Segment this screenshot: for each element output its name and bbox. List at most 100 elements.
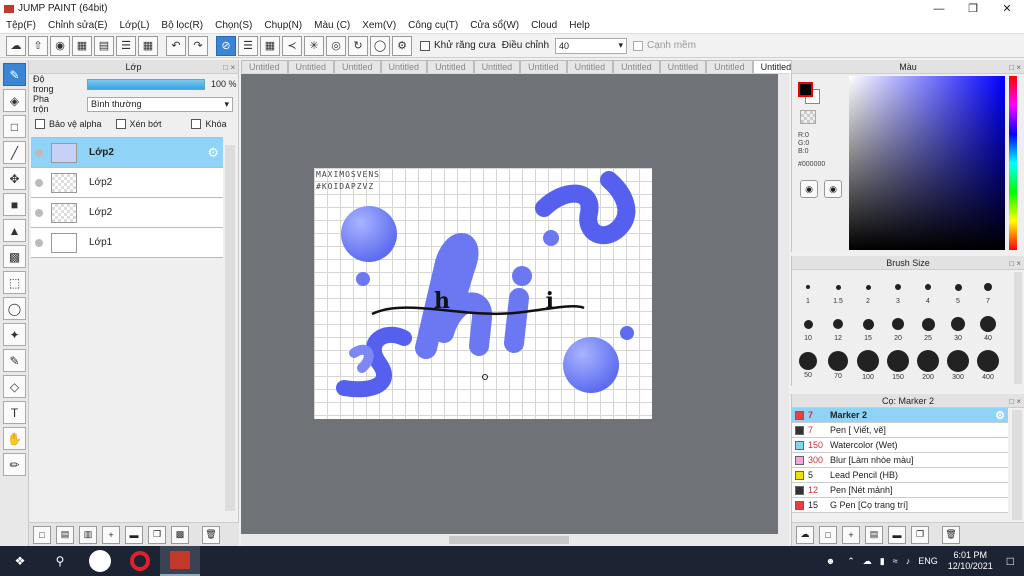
document-icon[interactable]: ▤ [94,35,114,56]
people-icon[interactable]: ☻ [826,556,835,566]
menu-view[interactable]: Xem(V) [356,20,402,31]
preset-item[interactable]: 7 Marker 2 ⚙ [792,408,1008,423]
undo-icon[interactable]: ↶ [166,35,186,56]
artboard[interactable]: MAXIMOSVENS #KOIDAPZVZ h i [314,168,652,419]
menu-capture[interactable]: Chụp(N) [258,20,308,31]
volume-icon[interactable]: ♪ [906,556,911,566]
brush-size-cell[interactable]: 70 [823,350,853,380]
brush-size-cell[interactable]: 300 [943,350,973,381]
horizontal-scrollbar[interactable] [241,534,789,546]
no-snap-icon[interactable]: ⊘ [216,35,236,56]
chevron-up-icon[interactable]: ⌃ [847,556,855,567]
brush-size-cell[interactable]: 400 [973,350,1003,381]
brush-size-cell[interactable]: 2 [853,276,883,305]
brush-size-cell[interactable]: 150 [883,350,913,381]
brush-size-cell[interactable]: 100 [853,350,883,381]
layer-item[interactable]: Lớp1 [31,228,223,258]
vertical-scrollbar[interactable] [778,74,789,534]
cloud-download-icon[interactable]: ☁ [796,525,814,544]
preset-doc-icon[interactable]: ▤ [865,525,883,544]
trash-icon[interactable]: 🗑 [942,525,960,544]
opera-app-icon[interactable] [120,546,160,576]
opacity-slider[interactable] [87,78,205,90]
jump-paint-app-icon[interactable] [160,546,200,576]
new-preset-icon[interactable]: □ [819,525,837,544]
fill-rect-tool-icon[interactable]: ■ [3,193,26,216]
gear-icon[interactable]: ⚙ [207,145,219,161]
cloud-icon[interactable]: ☁ [6,35,26,56]
antialias-checkbox[interactable] [420,40,430,51]
brush-size-cell[interactable]: 40 [973,313,1003,342]
trash-icon[interactable]: 🗑 [202,525,220,544]
merge-icon[interactable]: ▩ [171,525,189,544]
move-tool-icon[interactable]: ✥ [3,167,26,190]
brush-size-cell[interactable]: 3 [883,276,913,305]
tab-untitled[interactable]: Untitled [241,60,288,73]
layer-scrollbar[interactable] [225,145,235,511]
rectangle-tool-icon[interactable]: □ [3,115,26,138]
menu-layer[interactable]: Lớp(L) [114,20,156,31]
layer-item[interactable]: Lớp2 [31,198,223,228]
panel-close-icon[interactable]: □ × [223,61,235,75]
brush-size-cell[interactable]: 200 [913,350,943,381]
transparent-swatch[interactable] [800,110,816,124]
brush-size-cell[interactable]: 15 [853,313,883,342]
tab-untitled[interactable]: Untitled [334,60,381,73]
tab-untitled[interactable]: Untitled [566,60,614,73]
cloud-sync-icon[interactable]: ☁ [863,556,872,567]
text-tool-icon[interactable]: T [3,401,26,424]
panel-close-icon[interactable]: □ × [1009,395,1021,409]
curve-icon[interactable]: ↻ [348,35,368,56]
foreground-color-swatch[interactable] [798,82,813,97]
preset-item[interactable]: 300 Blur [Làm nhòe màu] [792,453,1008,468]
eyedropper-tool-icon[interactable]: ✏ [3,453,26,476]
chat-icon[interactable]: ▦ [72,35,92,56]
preset-item[interactable]: 5 Lead Pencil (HB) [792,468,1008,483]
saturation-value-picker[interactable] [849,76,1005,250]
protect-alpha-checkbox[interactable] [35,119,45,129]
preset-scrollbar[interactable] [1012,410,1022,520]
visibility-icon[interactable] [35,148,43,157]
layer-item[interactable]: Lớp2 [31,168,223,198]
new-layer-icon[interactable]: □ [33,525,51,544]
preset-item[interactable]: 7 Pen [ Viết, vẽ] [792,423,1008,438]
tab-untitled[interactable]: Untitled [520,60,567,73]
language-indicator[interactable]: ENG [918,556,938,566]
eraser-tool-icon[interactable]: ◈ [3,89,26,112]
folder-icon[interactable]: ▬ [125,525,143,544]
menu-edit[interactable]: Chỉnh sửa(E) [42,20,114,31]
smooth-edge-checkbox[interactable] [633,40,644,51]
menu-color[interactable]: Màu (C) [308,20,356,31]
grid-icon[interactable]: ▦ [138,35,158,56]
panel-close-icon[interactable]: □ × [1009,61,1021,75]
menu-tools[interactable]: Công cụ(T) [402,20,464,31]
brush-size-cell[interactable]: 12 [823,313,853,342]
tab-untitled[interactable]: Untitled [613,60,660,73]
add-preset-icon[interactable]: + [842,525,860,544]
tab-untitled[interactable]: Untitled [427,60,474,73]
radial-icon[interactable]: ✳ [304,35,324,56]
visibility-icon[interactable] [35,178,43,187]
menu-cloud[interactable]: Cloud [525,20,563,31]
concentric-icon[interactable]: ◎ [326,35,346,56]
brush-size-cell[interactable]: 25 [913,313,943,342]
brush-size-cell[interactable]: 20 [883,313,913,342]
gradient-tool-icon[interactable]: ▩ [3,245,26,268]
parallel-lines-icon[interactable]: ☰ [238,35,258,56]
wifi-icon[interactable]: ≈ [893,556,898,566]
bucket-tool-icon[interactable]: ▲ [3,219,26,242]
notification-icon[interactable]: □ [1007,554,1014,568]
blend-mode-select[interactable]: Bình thường ▾ [87,96,233,112]
gear-icon[interactable]: ⚙ [995,409,1005,422]
brush-tool-icon[interactable]: ✎ [3,63,26,86]
minimize-icon[interactable]: — [922,0,956,17]
tab-untitled[interactable]: Untitled [380,60,428,73]
scroll-thumb[interactable] [449,536,569,544]
share-icon[interactable]: ⇧ [28,35,48,56]
circle-icon[interactable]: ◯ [370,35,390,56]
redo-icon[interactable]: ↷ [188,35,208,56]
duplicate-icon[interactable]: ❐ [911,525,929,544]
hue-slider[interactable] [1009,76,1017,250]
brush-size-cell[interactable]: 1.5 [823,276,853,305]
list-icon[interactable]: ☰ [116,35,136,56]
